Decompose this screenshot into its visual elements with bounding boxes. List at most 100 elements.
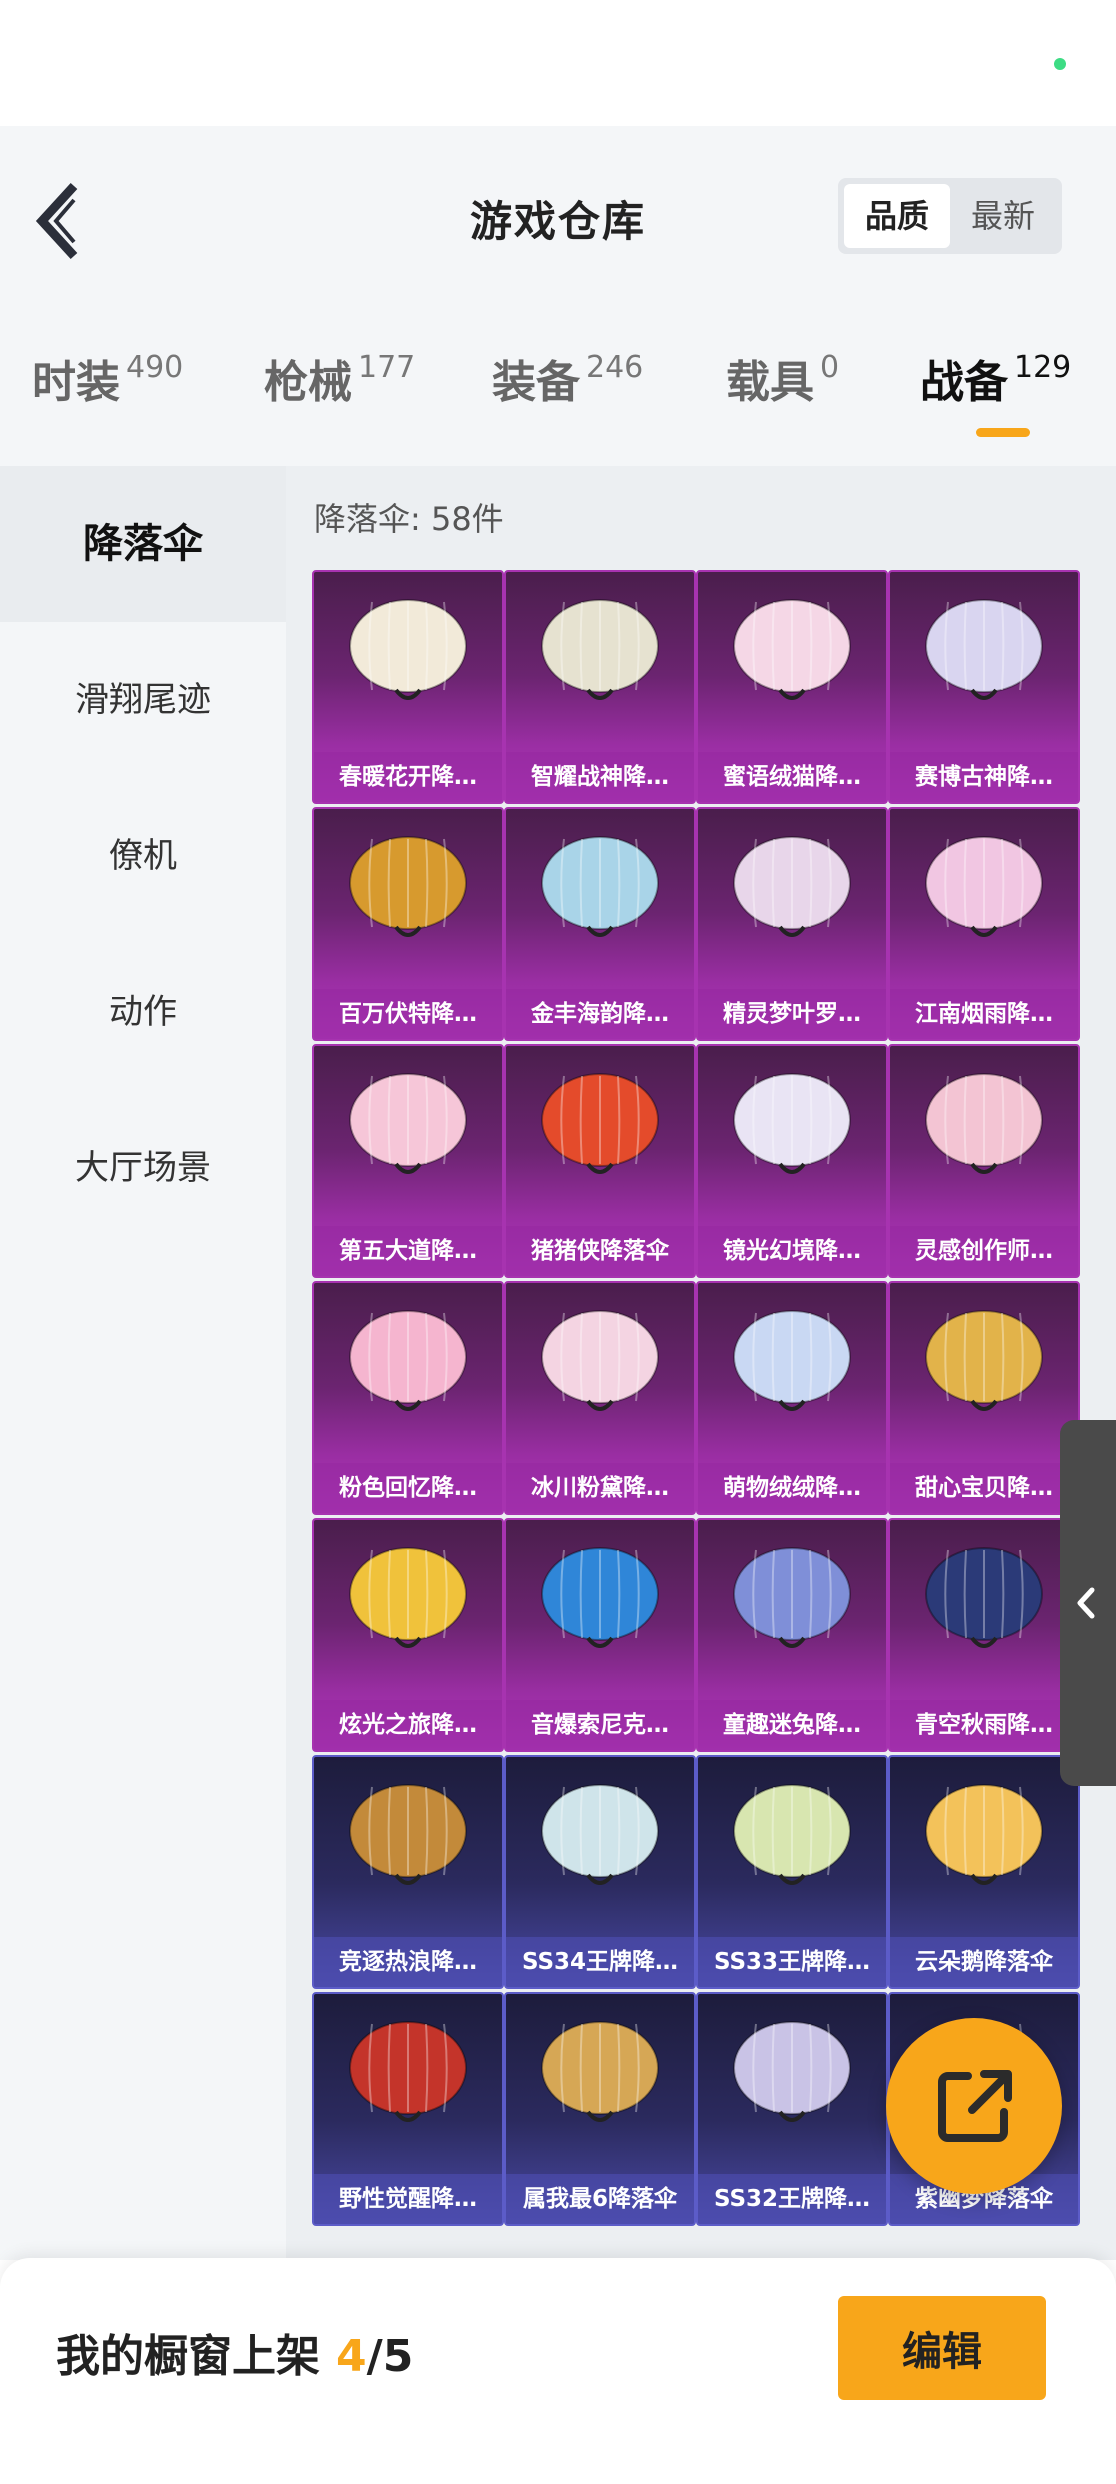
parachute-item-card[interactable]: 第五大道降… — [312, 1044, 504, 1278]
item-name: 江南烟雨降… — [890, 989, 1078, 1039]
item-name: 智耀战神降… — [506, 752, 694, 802]
sidebar-item-glide-trail[interactable]: 滑翔尾迹 — [0, 622, 286, 778]
parachute-item-card[interactable]: 春暖花开降… — [312, 570, 504, 804]
item-count-label: 降落伞: 58件 — [314, 500, 504, 538]
item-name: 童趣迷兔降… — [698, 1700, 886, 1750]
parachute-image — [733, 1547, 851, 1648]
showcase-status: 我的橱窗上架 4/5 — [56, 2320, 413, 2384]
parachute-image — [349, 836, 467, 937]
item-name: 青空秋雨降… — [890, 1700, 1078, 1750]
item-name: 竞逐热浪降… — [314, 1937, 502, 1987]
parachute-image — [925, 599, 1043, 700]
parachute-item-card[interactable]: 江南烟雨降… — [888, 807, 1080, 1041]
item-name: 猪猪侠降落伞 — [506, 1226, 694, 1276]
item-name: 炫光之旅降… — [314, 1700, 502, 1750]
tab-weapons[interactable]: 枪械 177 — [264, 346, 415, 416]
parachute-image — [541, 1784, 659, 1885]
parachute-item-card[interactable]: 野性觉醒降… — [312, 1992, 504, 2226]
parachute-image — [733, 1310, 851, 1411]
tab-vehicles[interactable]: 载具 0 — [726, 346, 839, 416]
parachute-item-card[interactable]: 萌物绒绒降… — [696, 1281, 888, 1515]
edit-button[interactable]: 编辑 — [838, 2296, 1046, 2400]
item-name: 赛博古神降… — [890, 752, 1078, 802]
tab-equipment[interactable]: 装备 246 — [492, 346, 643, 416]
external-share-icon — [938, 2070, 1012, 2142]
parachute-image — [733, 1073, 851, 1174]
parachute-image — [349, 1073, 467, 1174]
parachute-image — [733, 1784, 851, 1885]
sort-newest-button[interactable]: 最新 — [950, 184, 1056, 248]
parachute-image — [349, 1784, 467, 1885]
parachute-item-card[interactable]: 竞逐热浪降… — [312, 1755, 504, 1989]
parachute-image — [349, 1310, 467, 1411]
item-name: SS33王牌降… — [698, 1937, 886, 1987]
tab-label: 时装 — [32, 357, 120, 408]
side-drawer-handle[interactable] — [1060, 1420, 1116, 1786]
parachute-item-card[interactable]: 猪猪侠降落伞 — [504, 1044, 696, 1278]
parachute-item-card[interactable]: 属我最6降落伞 — [504, 1992, 696, 2226]
sidebar-item-emote[interactable]: 动作 — [0, 934, 286, 1090]
tab-active-indicator — [976, 428, 1030, 437]
sidebar-item-lobby-scene[interactable]: 大厅场景 — [0, 1090, 286, 1246]
header: 游戏仓库 品质 最新 时装 490 枪械 177 装备 246 载具 0 战备 129 — [0, 126, 1116, 466]
parachute-item-card[interactable]: 智耀战神降… — [504, 570, 696, 804]
parachute-image — [733, 2021, 851, 2122]
tab-gear[interactable]: 战备 129 — [920, 346, 1071, 416]
item-name: 冰川粉黛降… — [506, 1463, 694, 1513]
tab-label: 战备 — [920, 357, 1008, 408]
item-name: 春暖花开降… — [314, 752, 502, 802]
parachute-item-card[interactable]: 炫光之旅降… — [312, 1518, 504, 1752]
parachute-item-card[interactable]: 音爆索尼克… — [504, 1518, 696, 1752]
item-name: 第五大道降… — [314, 1226, 502, 1276]
tab-count: 0 — [820, 350, 840, 385]
item-name: 音爆索尼克… — [506, 1700, 694, 1750]
parachute-item-card[interactable]: 甜心宝贝降… — [888, 1281, 1080, 1515]
parachute-item-card[interactable]: 精灵梦叶罗… — [696, 807, 888, 1041]
parachute-item-card[interactable]: SS34王牌降… — [504, 1755, 696, 1989]
item-name: SS34王牌降… — [506, 1937, 694, 1987]
item-name: 精灵梦叶罗… — [698, 989, 886, 1039]
share-button[interactable] — [886, 2018, 1062, 2194]
parachute-image — [349, 2021, 467, 2122]
parachute-image — [541, 1547, 659, 1648]
parachute-item-card[interactable]: 蜜语绒猫降… — [696, 570, 888, 804]
parachute-item-card[interactable]: 粉色回忆降… — [312, 1281, 504, 1515]
parachute-image — [541, 1073, 659, 1174]
item-name: 野性觉醒降… — [314, 2174, 502, 2224]
tab-fashion[interactable]: 时装 490 — [32, 346, 183, 416]
showcase-current-count: 4 — [336, 2331, 367, 2382]
status-indicator-icon — [1054, 58, 1066, 70]
showcase-bar: 我的橱窗上架 4/5 编辑 — [0, 2258, 1116, 2484]
parachute-image — [925, 836, 1043, 937]
sidebar-item-wingman[interactable]: 僚机 — [0, 778, 286, 934]
parachute-item-card[interactable]: SS32王牌降… — [696, 1992, 888, 2226]
item-name: 萌物绒绒降… — [698, 1463, 886, 1513]
tab-count: 490 — [126, 350, 184, 385]
item-name: 百万伏特降… — [314, 989, 502, 1039]
sort-quality-button[interactable]: 品质 — [844, 184, 950, 248]
item-name: 粉色回忆降… — [314, 1463, 502, 1513]
parachute-item-card[interactable]: 童趣迷兔降… — [696, 1518, 888, 1752]
parachute-item-card[interactable]: 百万伏特降… — [312, 807, 504, 1041]
parachute-image — [349, 1547, 467, 1648]
item-grid: 春暖花开降… 智耀战神降… 蜜语绒猫降… 赛博古神降… 百万伏特降… 金丰海韵降… 精灵梦叶… — [312, 570, 1090, 2260]
tab-count: 177 — [358, 350, 416, 385]
parachute-image — [541, 2021, 659, 2122]
tab-label: 装备 — [492, 357, 580, 408]
parachute-item-card[interactable]: 灵感创作师… — [888, 1044, 1080, 1278]
parachute-item-card[interactable]: 冰川粉黛降… — [504, 1281, 696, 1515]
parachute-item-card[interactable]: 青空秋雨降… — [888, 1518, 1080, 1752]
sidebar-item-parachute[interactable]: 降落伞 — [0, 466, 286, 622]
parachute-item-card[interactable]: 金丰海韵降… — [504, 807, 696, 1041]
parachute-image — [349, 599, 467, 700]
parachute-image — [541, 599, 659, 700]
item-name: 蜜语绒猫降… — [698, 752, 886, 802]
sort-toggle: 品质 最新 — [838, 178, 1062, 254]
item-name: 镜光幻境降… — [698, 1226, 886, 1276]
parachute-item-card[interactable]: 云朵鹅降落伞 — [888, 1755, 1080, 1989]
parachute-item-card[interactable]: SS33王牌降… — [696, 1755, 888, 1989]
parachute-item-card[interactable]: 镜光幻境降… — [696, 1044, 888, 1278]
parachute-item-card[interactable]: 赛博古神降… — [888, 570, 1080, 804]
status-bar — [0, 0, 1116, 126]
category-sidebar: 降落伞 滑翔尾迹 僚机 动作 大厅场景 — [0, 466, 286, 2260]
